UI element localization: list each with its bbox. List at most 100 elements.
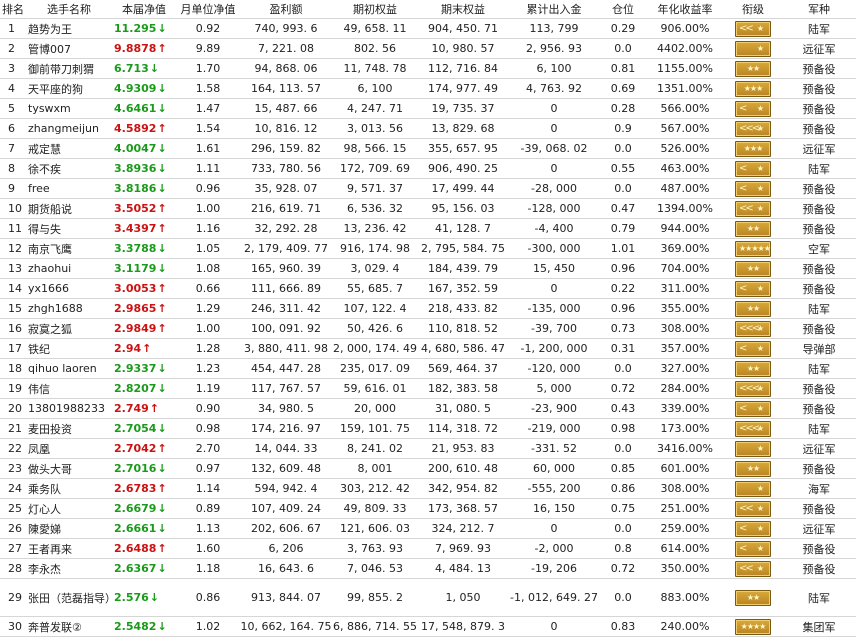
player-name[interactable]: 李永杰 (26, 558, 112, 579)
col-annual[interactable]: 年化收益率 (646, 0, 724, 19)
profit: 107, 409. 24 (240, 498, 332, 519)
table-row[interactable]: 17 铁纪 2.94↑ 1.28 3, 880, 411. 98 2, 000, 174.… (0, 338, 856, 359)
player-name[interactable]: zhangmeijun (26, 118, 112, 139)
player-name[interactable]: 13801988233 (26, 398, 112, 419)
rank-cell: 3 (0, 58, 26, 79)
position: 0.9 (600, 118, 646, 139)
player-name[interactable]: 铁纪 (26, 338, 112, 359)
player-name[interactable]: 伟信 (26, 378, 112, 399)
player-name[interactable]: 陳愛娣 (26, 518, 112, 539)
position: 0.22 (600, 278, 646, 299)
table-row[interactable]: 22 凤凰 2.7042↑ 2.70 14, 044. 33 8, 241. 02 21, … (0, 438, 856, 459)
table-row[interactable]: 6 zhangmeijun 4.5892↑ 1.54 10, 816. 12 3, 013… (0, 118, 856, 139)
table-row[interactable]: 28 李永杰 2.6367↓ 1.18 16, 643. 6 7, 046. 53 4, 4… (0, 558, 856, 579)
profit: 15, 487. 66 (240, 98, 332, 119)
player-name[interactable]: 御前带刀刺猬 (26, 58, 112, 79)
table-row[interactable]: 25 灯心人 2.6679↓ 0.89 107, 409. 24 49, 809. 33 1… (0, 498, 856, 519)
col-profit[interactable]: 盈利额 (240, 0, 332, 19)
player-name[interactable]: 天平座的狗 (26, 78, 112, 99)
army-type: 陆军 (782, 298, 856, 319)
player-name[interactable]: 奔普发联② (26, 616, 112, 637)
col-army[interactable]: 军种 (782, 0, 856, 19)
col-end[interactable]: 期末权益 (418, 0, 508, 19)
table-row[interactable]: 16 寂寞之狐 2.9849↑ 1.00 100, 091. 92 50, 426. 61… (0, 318, 856, 339)
player-name[interactable]: 南京飞鹰 (26, 238, 112, 259)
table-row[interactable]: 8 徐不疾 3.8936↓ 1.11 733, 780. 56 172, 709. 69 9… (0, 158, 856, 179)
nav-value: 9.8878 (114, 42, 157, 55)
table-row[interactable]: 30 奔普发联② 2.5482↓ 1.02 10, 662, 164. 75 6, 886… (0, 616, 856, 637)
end-equity: 182, 383. 58 (418, 378, 508, 399)
rank-badge: <<< ★ (724, 318, 782, 339)
annual-return: 614.00% (646, 538, 724, 559)
table-row[interactable]: 27 王者再来 2.6488↑ 1.60 6, 206 3, 763. 93 7, 969.… (0, 538, 856, 559)
col-nav[interactable]: 本届净值 (112, 0, 176, 19)
table-row[interactable]: 2 管博007 9.8878↑ 9.89 7, 221. 08 802. 56 10, 98… (0, 38, 856, 59)
rank-cell: 18 (0, 358, 26, 379)
table-row[interactable]: 23 做头大哥 2.7016↓ 0.97 132, 609. 48 8, 001 200, … (0, 458, 856, 479)
army-type: 预备役 (782, 558, 856, 579)
annual-return: 173.00% (646, 418, 724, 439)
player-name[interactable]: zhgh1688 (26, 298, 112, 319)
player-name[interactable]: qihuo laoren (26, 358, 112, 379)
player-name[interactable]: 徐不疾 (26, 158, 112, 179)
nav-value: 2.5482 (114, 620, 157, 633)
player-name[interactable]: 趋势为王 (26, 18, 112, 39)
army-type: 预备役 (782, 398, 856, 419)
player-name[interactable]: 王者再来 (26, 538, 112, 559)
col-start[interactable]: 期初权益 (332, 0, 418, 19)
player-name[interactable]: 得与失 (26, 218, 112, 239)
table-row[interactable]: 12 南京飞鹰 3.3788↓ 1.05 2, 179, 409. 77 916, 174… (0, 238, 856, 259)
table-row[interactable]: 9 free 3.8186↓ 0.96 35, 928. 07 9, 571. 37 17,… (0, 178, 856, 199)
table-row[interactable]: 29 张田（范磊指导） 2.576↓ 0.86 913, 844. 07 99, 855.… (0, 578, 856, 617)
player-name[interactable]: 期货船说 (26, 198, 112, 219)
player-name[interactable]: 凤凰 (26, 438, 112, 459)
position: 0.0 (600, 138, 646, 159)
player-name[interactable]: yx1666 (26, 278, 112, 299)
player-name[interactable]: 乘务队 (26, 478, 112, 499)
end-equity: 13, 829. 68 (418, 118, 508, 139)
table-row[interactable]: 4 天平座的狗 4.9309↓ 1.58 164, 113. 57 6, 100 174, … (0, 78, 856, 99)
start-equity: 8, 001 (332, 458, 418, 479)
table-row[interactable]: 7 戒定慧 4.0047↓ 1.61 296, 159. 82 98, 566. 15 35… (0, 138, 856, 159)
player-name[interactable]: 寂寞之狐 (26, 318, 112, 339)
army-type: 预备役 (782, 378, 856, 399)
table-row[interactable]: 11 得与失 3.4397↑ 1.16 32, 292. 28 13, 236. 42 41… (0, 218, 856, 239)
player-name[interactable]: 张田（范磊指导） (26, 578, 112, 617)
col-rank[interactable]: 排名 (0, 0, 26, 19)
player-name[interactable]: 灯心人 (26, 498, 112, 519)
col-month[interactable]: 月单位净值 (176, 0, 240, 19)
table-row[interactable]: 20 13801988233 2.749↑ 0.90 34, 980. 5 20, 000… (0, 398, 856, 419)
table-row[interactable]: 26 陳愛娣 2.6661↓ 1.13 202, 606. 67 121, 606. 03… (0, 518, 856, 539)
star-icon: ★ (756, 183, 764, 193)
table-row[interactable]: 14 yx1666 3.0053↑ 0.66 111, 666. 89 55, 685. … (0, 278, 856, 299)
col-flow[interactable]: 累计出入金 (508, 0, 600, 19)
player-name[interactable]: 戒定慧 (26, 138, 112, 159)
month-nav: 1.58 (176, 78, 240, 99)
player-name[interactable]: zhaohui (26, 258, 112, 279)
player-name[interactable]: 麦田投资 (26, 418, 112, 439)
table-row[interactable]: 10 期货船说 3.5052↑ 1.00 216, 619. 71 6, 536. 32 9… (0, 198, 856, 219)
star-icon: ★★★★ (740, 621, 767, 631)
rank-cell: 25 (0, 498, 26, 519)
table-row[interactable]: 21 麦田投资 2.7054↓ 0.98 174, 216. 97 159, 101. 7… (0, 418, 856, 439)
col-rank-badge[interactable]: 衔级 (724, 0, 782, 19)
table-row[interactable]: 5 tyswxm 4.6461↓ 1.47 15, 487. 66 4, 247. 71 1… (0, 98, 856, 119)
table-row[interactable]: 19 伟信 2.8207↓ 1.19 117, 767. 57 59, 616. 01 18… (0, 378, 856, 399)
table-row[interactable]: 3 御前带刀刺猬 6.713↓ 1.70 94, 868. 06 11, 748. 78 1… (0, 58, 856, 79)
player-name[interactable]: tyswxm (26, 98, 112, 119)
player-name[interactable]: 做头大哥 (26, 458, 112, 479)
player-name[interactable]: free (26, 178, 112, 199)
table-row[interactable]: 15 zhgh1688 2.9865↑ 1.29 246, 311. 42 107, 12… (0, 298, 856, 319)
table-row[interactable]: 13 zhaohui 3.1179↓ 1.08 165, 960. 39 3, 029. … (0, 258, 856, 279)
month-nav: 1.13 (176, 518, 240, 539)
arrow-down-icon: ↓ (157, 422, 167, 435)
nav-cell: 2.749↑ (112, 398, 176, 419)
table-row[interactable]: 1 趋势为王 11.295↓ 0.92 740, 993. 6 49, 658. 11 90… (0, 18, 856, 39)
col-name[interactable]: 选手名称 (26, 0, 112, 19)
profit: 14, 044. 33 (240, 438, 332, 459)
col-position[interactable]: 仓位 (600, 0, 646, 19)
table-row[interactable]: 18 qihuo laoren 2.9337↓ 1.23 454, 447. 28 235… (0, 358, 856, 379)
player-name[interactable]: 管博007 (26, 38, 112, 59)
position: 0.55 (600, 158, 646, 179)
table-row[interactable]: 24 乘务队 2.6783↑ 1.14 594, 942. 4 303, 212. 42 3… (0, 478, 856, 499)
